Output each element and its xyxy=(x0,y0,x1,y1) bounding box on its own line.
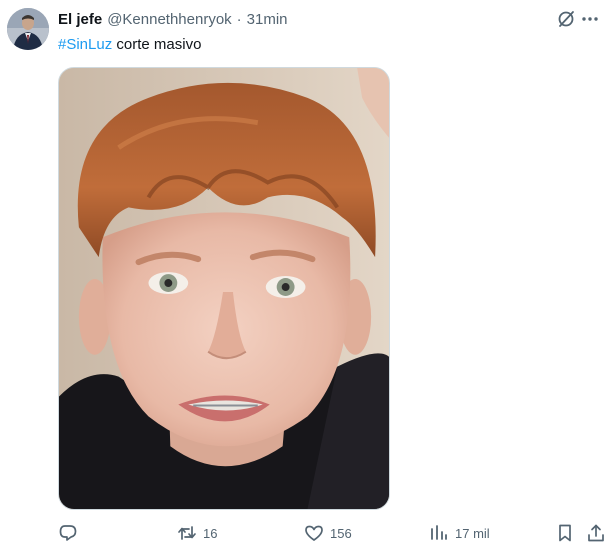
reply-button[interactable] xyxy=(58,522,84,544)
timestamp[interactable]: 31min xyxy=(247,11,288,28)
heart-icon xyxy=(305,525,323,541)
display-name[interactable]: El jefe xyxy=(58,11,102,28)
like-button[interactable]: 156 xyxy=(304,522,352,544)
tweet-top-actions xyxy=(556,8,600,30)
bookmark-icon xyxy=(559,524,571,542)
more-options-icon[interactable] xyxy=(580,9,600,29)
tweet-actions-bar: 16 156 17 mil xyxy=(58,522,606,544)
avatar-image xyxy=(7,8,49,50)
share-icon xyxy=(588,524,604,542)
bookmark-button[interactable] xyxy=(555,522,575,544)
views-count: 17 mil xyxy=(455,525,490,541)
tweet-text: #SinLuz corte masivo xyxy=(58,35,201,55)
grok-slash-icon[interactable] xyxy=(556,9,576,29)
tweet-photo[interactable] xyxy=(58,67,390,510)
tweet-body: corte masivo xyxy=(112,36,202,53)
tweet-header: El jefe @Kennethhenryok · 31min xyxy=(58,9,288,29)
retweet-button[interactable]: 16 xyxy=(177,522,217,544)
reply-icon xyxy=(59,525,77,541)
like-count: 156 xyxy=(330,525,352,541)
user-handle[interactable]: @Kennethhenryok xyxy=(107,11,231,28)
retweet-icon xyxy=(178,526,196,540)
portrait-image xyxy=(59,68,389,509)
hashtag-link[interactable]: #SinLuz xyxy=(58,36,112,53)
views-button[interactable]: 17 mil xyxy=(429,522,490,544)
avatar[interactable] xyxy=(7,8,49,50)
header-separator: · xyxy=(236,10,242,28)
analytics-icon xyxy=(431,525,447,540)
share-button[interactable] xyxy=(586,522,606,544)
retweet-count: 16 xyxy=(203,525,218,541)
